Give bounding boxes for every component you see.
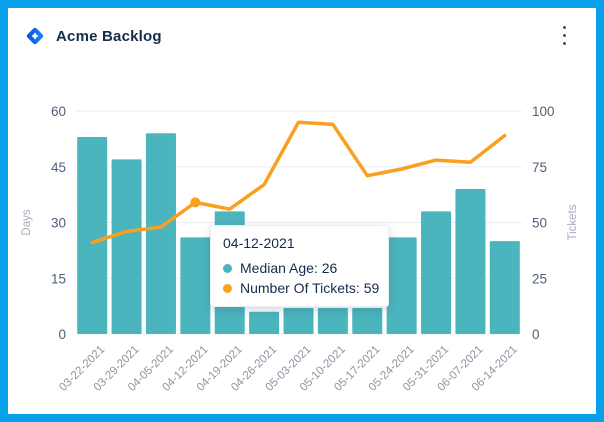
acme-backlog-app: { "header": { "title": "Acme Backlog" },… [0, 0, 604, 422]
tickets-dot-icon [223, 284, 232, 293]
median-age-dot-icon [223, 264, 232, 273]
left-axis-name: Days [21, 209, 33, 235]
bar-05-03-2021[interactable] [284, 308, 314, 334]
tooltip-date: 04-12-2021 [223, 235, 376, 251]
tooltip-tickets-text: Number Of Tickets: 59 [240, 280, 379, 296]
bar-06-07-2021[interactable] [455, 189, 485, 334]
acme-logo-icon [24, 25, 46, 47]
chart-tooltip: 04-12-2021 Median Age: 26 Number Of Tick… [210, 225, 389, 307]
left-axis-tick-label: 30 [51, 216, 66, 231]
page-title: Acme Backlog [56, 28, 162, 45]
bar-05-17-2021[interactable] [352, 308, 382, 334]
tooltip-row-median-age: Median Age: 26 [223, 260, 376, 276]
bar-04-05-2021[interactable] [146, 133, 176, 334]
right-axis-tick-label: 25 [532, 271, 547, 286]
bar-05-24-2021[interactable] [387, 237, 417, 334]
app-header: Acme Backlog [8, 8, 596, 64]
chart-area: 0153045600255075100DaysTickets03-22-2021… [8, 8, 596, 414]
right-axis-name: Tickets [567, 204, 579, 240]
bar-04-26-2021[interactable] [249, 312, 279, 334]
tooltip-median-age-text: Median Age: 26 [240, 260, 337, 276]
bar-06-14-2021[interactable] [490, 241, 520, 334]
right-axis-tick-label: 0 [532, 327, 540, 342]
left-axis-tick-label: 0 [58, 327, 66, 342]
tooltip-row-tickets: Number Of Tickets: 59 [223, 280, 376, 296]
kebab-dot-icon [563, 26, 566, 29]
right-axis-tick-label: 100 [532, 104, 555, 119]
bar-05-31-2021[interactable] [421, 211, 451, 334]
kebab-dot-icon [563, 42, 566, 45]
highlighted-line-point[interactable] [190, 197, 200, 207]
bar-03-29-2021[interactable] [112, 159, 142, 334]
left-axis-tick-label: 45 [51, 160, 66, 175]
left-axis-tick-label: 15 [51, 271, 66, 286]
kebab-menu-button[interactable] [554, 20, 574, 50]
bar-04-12-2021[interactable] [180, 237, 210, 334]
right-axis-tick-label: 75 [532, 160, 547, 175]
bar-03-22-2021[interactable] [77, 137, 107, 334]
backlog-combo-chart: 0153045600255075100DaysTickets03-22-2021… [8, 8, 596, 414]
right-axis-tick-label: 50 [532, 216, 547, 231]
bar-05-10-2021[interactable] [318, 308, 348, 334]
left-axis-tick-label: 60 [51, 104, 66, 119]
kebab-dot-icon [563, 34, 566, 37]
